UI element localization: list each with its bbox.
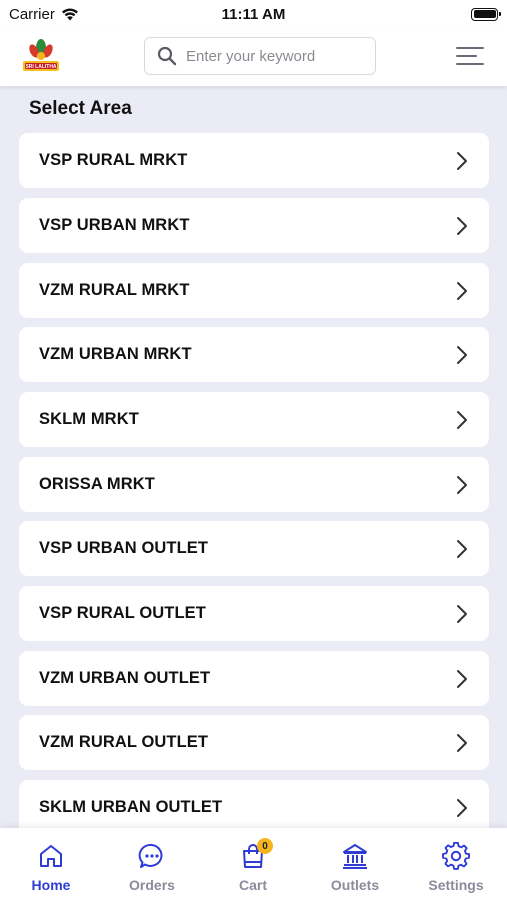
area-item[interactable]: VSP URBAN OUTLET: [19, 521, 489, 576]
search-input[interactable]: [186, 47, 366, 65]
tab-outlets-label: Outlets: [330, 877, 380, 893]
search-icon: [157, 46, 177, 66]
page-title: Select Area: [29, 98, 132, 119]
area-item[interactable]: SKLM URBAN OUTLET: [19, 780, 489, 835]
bottom-tab-bar: Home Orders 0 Cart Outlets Settings: [0, 828, 507, 900]
area-item[interactable]: VZM RURAL MRKT: [19, 263, 489, 318]
area-label: SKLM MRKT: [39, 410, 139, 428]
area-label: VZM RURAL MRKT: [39, 281, 190, 299]
gear-icon: [442, 842, 470, 870]
chat-bubble-icon: [138, 843, 163, 868]
tab-cart[interactable]: 0 Cart: [208, 828, 298, 900]
tab-home[interactable]: Home: [6, 828, 96, 900]
area-label: VZM URBAN MRKT: [39, 345, 192, 363]
chevron-right-icon: [457, 475, 467, 494]
wifi-icon: [61, 8, 78, 21]
app-header: SRI LALITHA: [0, 28, 507, 86]
tab-outlets[interactable]: Outlets: [310, 828, 400, 900]
tab-settings[interactable]: Settings: [411, 828, 501, 900]
area-item[interactable]: VSP RURAL OUTLET: [19, 586, 489, 641]
chevron-right-icon: [457, 216, 467, 235]
status-left: Carrier: [9, 6, 79, 23]
chevron-right-icon: [457, 410, 467, 429]
bank-building-icon: [343, 844, 367, 869]
area-item[interactable]: VSP RURAL MRKT: [19, 133, 489, 188]
chevron-right-icon: [457, 539, 467, 558]
battery-level: [473, 10, 496, 18]
chevron-right-icon: [457, 669, 467, 688]
cart-count-badge: 0: [257, 838, 273, 854]
area-item[interactable]: VSP URBAN MRKT: [19, 198, 489, 253]
chevron-right-icon: [457, 733, 467, 752]
home-icon: [40, 845, 62, 867]
area-label: VZM URBAN OUTLET: [39, 669, 211, 687]
hamburger-menu-icon[interactable]: [456, 46, 484, 66]
area-item[interactable]: SKLM MRKT: [19, 392, 489, 447]
tab-home-label: Home: [31, 877, 71, 893]
area-label: VSP RURAL OUTLET: [39, 604, 206, 622]
cart-icon-wrap: 0: [239, 838, 273, 870]
tab-cart-label: Cart: [238, 877, 267, 893]
area-label: VSP RURAL MRKT: [39, 151, 188, 169]
search-box[interactable]: [144, 37, 376, 75]
tab-settings-label: Settings: [428, 877, 484, 893]
area-label: VSP URBAN MRKT: [39, 216, 190, 234]
area-label: ORISSA MRKT: [39, 475, 155, 493]
tab-orders[interactable]: Orders: [107, 828, 197, 900]
carrier-label: Carrier: [9, 5, 55, 23]
tab-orders-label: Orders: [129, 877, 175, 893]
area-label: VZM RURAL OUTLET: [39, 733, 209, 751]
area-label: SKLM URBAN OUTLET: [39, 798, 223, 816]
chevron-right-icon: [457, 604, 467, 623]
area-label: VSP URBAN OUTLET: [39, 539, 209, 557]
chevron-right-icon: [457, 798, 467, 817]
area-item[interactable]: VZM RURAL OUTLET: [19, 715, 489, 770]
area-item[interactable]: VZM URBAN OUTLET: [19, 651, 489, 706]
chevron-right-icon: [457, 281, 467, 300]
status-bar: Carrier 11:11 AM: [0, 0, 507, 28]
area-item[interactable]: VZM URBAN MRKT: [19, 327, 489, 382]
area-item[interactable]: ORISSA MRKT: [19, 457, 489, 512]
chevron-right-icon: [457, 345, 467, 364]
battery-icon: [471, 7, 501, 21]
chevron-right-icon: [457, 151, 467, 170]
logo-text: SRI LALITHA: [25, 64, 56, 70]
brand-logo[interactable]: SRI LALITHA: [20, 36, 62, 76]
